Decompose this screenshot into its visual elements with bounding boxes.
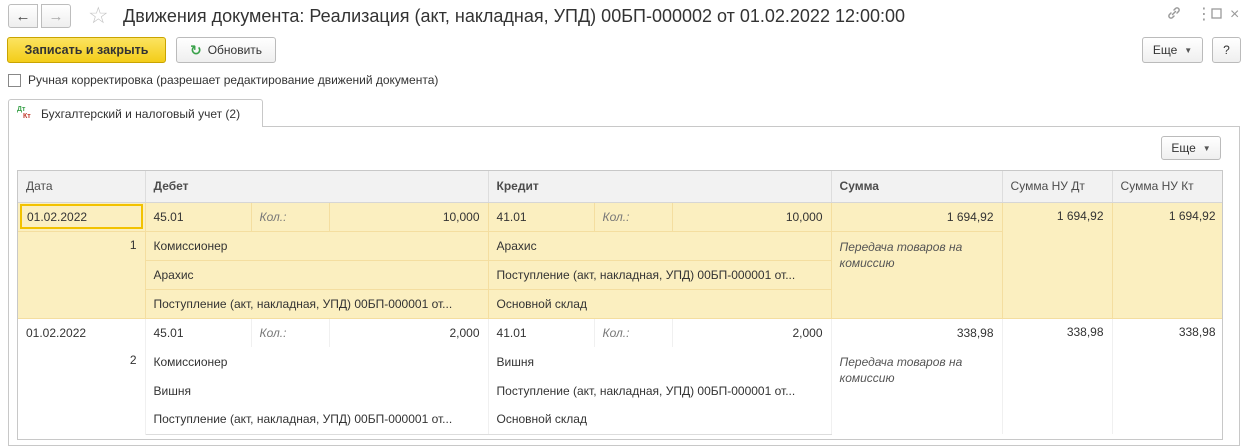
help-button[interactable]: ?	[1212, 37, 1241, 63]
debit-subconto-1[interactable]: Комиссионер	[145, 347, 489, 376]
row-sum-nu-dt[interactable]: 338,98	[1002, 318, 1113, 434]
column-header-sum[interactable]: Сумма	[831, 171, 1003, 203]
link-icon[interactable]	[1166, 5, 1182, 27]
debit-subconto-3[interactable]: Поступление (акт, накладная, УПД) 00БП-0…	[145, 405, 489, 435]
more-label: Еще	[1152, 43, 1178, 57]
arrow-left-icon: ←	[15, 7, 31, 25]
debit-qty[interactable]: 2,000	[329, 318, 489, 347]
row-sum-nu-dt[interactable]: 1 694,92	[1002, 202, 1113, 319]
chevron-down-icon: ▼	[1202, 143, 1211, 153]
maximize-icon[interactable]	[1210, 5, 1224, 27]
refresh-label: Обновить	[207, 43, 263, 57]
row-purpose[interactable]: Передача товаров на комиссию	[831, 231, 1003, 319]
column-header-credit[interactable]: Кредит	[488, 171, 832, 203]
credit-subconto-2[interactable]: Поступление (акт, накладная, УПД) 00БП-0…	[488, 376, 832, 405]
tab-accounting-label: Бухгалтерский и налоговый учет (2)	[41, 106, 241, 121]
row-sum[interactable]: 338,98	[831, 318, 1003, 347]
debit-account[interactable]: 45.01	[145, 318, 252, 347]
credit-subconto-1[interactable]: Арахис	[488, 231, 832, 261]
debit-qty-label: Кол.:	[251, 318, 330, 347]
debit-subconto-2[interactable]: Вишня	[145, 376, 489, 405]
debit-qty-label: Кол.:	[251, 202, 330, 232]
credit-qty[interactable]: 2,000	[672, 318, 832, 347]
credit-qty[interactable]: 10,000	[672, 202, 832, 232]
manual-edit-label: Ручная корректировка (разрешает редактир…	[28, 73, 439, 87]
table-row[interactable]: 01.02.2022 45.01 Кол.: 2,000 41.01 Кол.:…	[18, 318, 1222, 434]
close-icon[interactable]: ×	[1230, 5, 1239, 25]
save-and-close-button[interactable]: Записать и закрыть	[7, 37, 166, 63]
credit-subconto-3[interactable]: Основной склад	[488, 289, 832, 319]
refresh-icon: ↻	[189, 41, 202, 58]
column-header-debit[interactable]: Дебет	[145, 171, 489, 203]
row-number: 1	[18, 231, 146, 319]
grid-more-label: Еще	[1171, 141, 1196, 155]
manual-edit-option[interactable]: Ручная корректировка (разрешает редактир…	[8, 73, 438, 87]
credit-subconto-3[interactable]: Основной склад	[488, 405, 832, 435]
row-purpose[interactable]: Передача товаров на комиссию	[831, 347, 1003, 434]
column-header-sum-nu-kt[interactable]: Сумма НУ Кт	[1112, 171, 1222, 203]
forward-button[interactable]: →	[41, 4, 71, 28]
back-button[interactable]: ←	[8, 4, 38, 28]
command-bar: Записать и закрыть ↻ Обновить Еще ▼ ?	[0, 37, 1248, 65]
row-sum-nu-kt[interactable]: 1 694,92	[1112, 202, 1222, 319]
debit-subconto-1[interactable]: Комиссионер	[145, 231, 489, 261]
column-header-sum-nu-dt[interactable]: Сумма НУ Дт	[1002, 171, 1113, 203]
row-date[interactable]: 01.02.2022	[20, 204, 143, 229]
row-date[interactable]: 01.02.2022	[18, 318, 146, 347]
table-header: Дата Дебет Кредит Сумма Сумма НУ Дт Сумм…	[18, 171, 1222, 203]
credit-subconto-1[interactable]: Вишня	[488, 347, 832, 376]
window-title: Движения документа: Реализация (акт, нак…	[123, 6, 906, 26]
debit-qty[interactable]: 10,000	[329, 202, 489, 232]
manual-edit-checkbox[interactable]	[8, 73, 21, 87]
favorite-star-icon[interactable]: ☆	[88, 1, 109, 29]
arrow-right-icon: →	[48, 7, 64, 25]
credit-qty-label: Кол.:	[594, 202, 673, 232]
refresh-button[interactable]: ↻ Обновить	[176, 37, 276, 63]
column-header-date[interactable]: Дата	[18, 171, 146, 203]
tab-accounting[interactable]: Дт Кт Бухгалтерский и налоговый учет (2)	[8, 99, 263, 127]
row-number: 2	[18, 347, 146, 434]
credit-account[interactable]: 41.01	[488, 202, 595, 232]
movements-table: Дата Дебет Кредит Сумма Сумма НУ Дт Сумм…	[17, 170, 1223, 440]
debit-subconto-2[interactable]: Арахис	[145, 260, 489, 290]
debit-account[interactable]: 45.01	[145, 202, 252, 232]
more-button[interactable]: Еще ▼	[1142, 37, 1203, 63]
grid-more-button[interactable]: Еще ▼	[1161, 136, 1221, 160]
credit-account[interactable]: 41.01	[488, 318, 595, 347]
debit-credit-icon: Дт Кт	[17, 105, 31, 120]
debit-subconto-3[interactable]: Поступление (акт, накладная, УПД) 00БП-0…	[145, 289, 489, 319]
credit-qty-label: Кол.:	[594, 318, 673, 347]
row-sum-nu-kt[interactable]: 338,98	[1112, 318, 1222, 434]
chevron-down-icon: ▼	[1184, 45, 1193, 55]
credit-subconto-2[interactable]: Поступление (акт, накладная, УПД) 00БП-0…	[488, 260, 832, 290]
row-sum[interactable]: 1 694,92	[831, 202, 1003, 232]
title-bar: ← → ☆ Движения документа: Реализация (ак…	[0, 0, 1248, 34]
table-row[interactable]: 01.02.2022 45.01 Кол.: 10,000 41.01 Кол.…	[18, 202, 1222, 319]
